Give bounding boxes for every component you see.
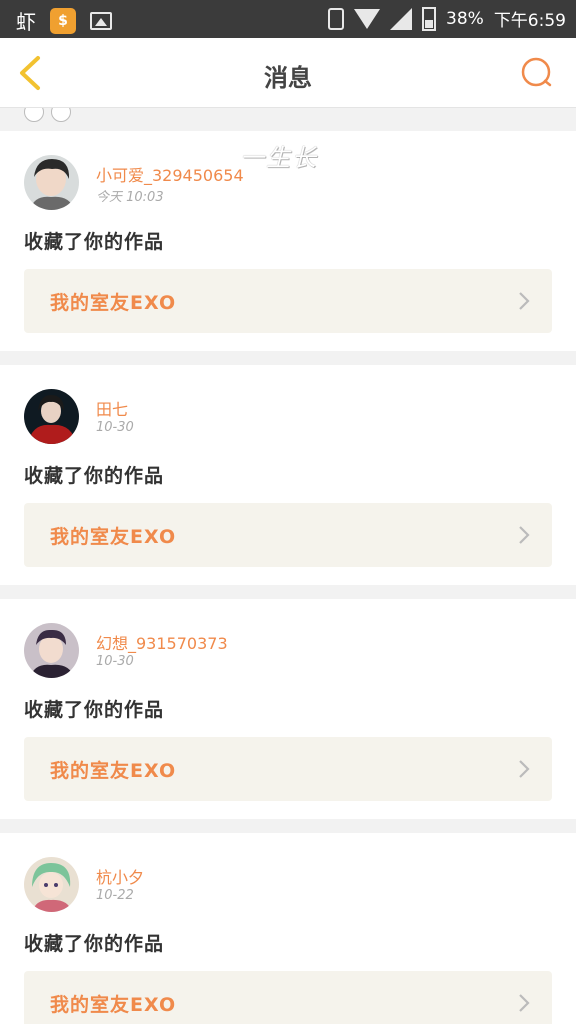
post-time: 10-30 <box>96 654 134 669</box>
post-time: 10-30 <box>96 420 134 435</box>
action-text: 收藏了你的作品 <box>24 231 165 253</box>
post-time: 10-22 <box>96 888 134 903</box>
chevron-right-icon <box>519 292 530 310</box>
status-bar: 虾 $ 38% 下午6:59 <box>0 0 576 38</box>
search-button[interactable] <box>520 56 554 90</box>
list-item: 幻想_931570373 10-30 收藏了你的作品 我的室友EXO <box>0 599 576 819</box>
user-name[interactable]: 幻想_931570373 <box>96 630 228 654</box>
work-link[interactable]: 我的室友EXO <box>24 737 552 801</box>
action-text: 收藏了你的作品 <box>24 699 165 721</box>
action-text: 收藏了你的作品 <box>24 465 165 487</box>
status-time: 下午6:59 <box>493 11 566 31</box>
chevron-right-icon <box>519 760 530 778</box>
avatar[interactable] <box>24 623 79 678</box>
avatar[interactable] <box>24 389 79 444</box>
watermark-text: 一生长 <box>240 144 318 172</box>
work-link[interactable]: 我的室友EXO <box>24 971 552 1024</box>
chevron-right-icon <box>519 526 530 544</box>
search-icon <box>521 57 552 87</box>
work-title: 我的室友EXO <box>50 292 177 314</box>
status-app-label: 虾 <box>16 10 36 34</box>
work-title: 我的室友EXO <box>50 760 177 782</box>
list-top-strip <box>0 108 576 130</box>
page-title: 消息 <box>264 64 312 92</box>
battery-percent: 38% <box>446 8 484 29</box>
avatar[interactable] <box>24 155 79 210</box>
app-header: 消息 <box>0 38 576 108</box>
action-text: 收藏了你的作品 <box>24 933 165 955</box>
pager-dot <box>51 108 71 122</box>
work-title: 我的室友EXO <box>50 994 177 1016</box>
user-name[interactable]: 田七 <box>96 396 128 420</box>
shopping-app-icon: $ <box>50 7 76 34</box>
user-name[interactable]: 小可爱_329450654 <box>96 162 244 186</box>
wifi-icon <box>354 8 381 29</box>
work-link[interactable]: 我的室友EXO <box>24 269 552 333</box>
list-item: 田七 10-30 收藏了你的作品 我的室友EXO <box>0 365 576 585</box>
work-link[interactable]: 我的室友EXO <box>24 503 552 567</box>
signal-icon <box>390 7 413 30</box>
post-time: 今天 10:03 <box>96 190 164 205</box>
message-list[interactable]: 小可爱_329450654 今天 10:03 收藏了你的作品 我的室友EXO 田… <box>0 108 576 1024</box>
user-name[interactable]: 杭小夕 <box>96 864 144 888</box>
work-title: 我的室友EXO <box>50 526 177 548</box>
list-item: 杭小夕 10-22 收藏了你的作品 我的室友EXO <box>0 833 576 1024</box>
image-notification-icon <box>90 11 112 30</box>
vibrate-icon <box>328 7 345 30</box>
pager-dot <box>24 108 44 122</box>
battery-icon <box>422 6 437 31</box>
avatar[interactable] <box>24 857 79 912</box>
chevron-right-icon <box>519 994 530 1012</box>
